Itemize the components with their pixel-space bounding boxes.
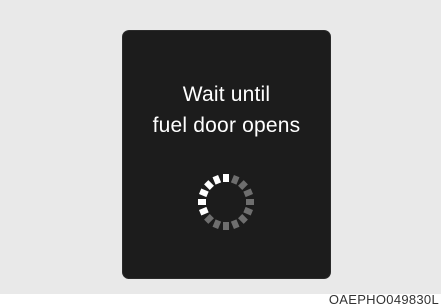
spinner-segment: [212, 174, 222, 185]
spinner-segment: [204, 214, 214, 224]
spinner-segment: [230, 219, 240, 230]
spinner-segment: [230, 174, 240, 185]
spinner-segment: [223, 222, 229, 230]
cluster-display: Wait until fuel door opens: [123, 31, 330, 278]
status-message: Wait until fuel door opens: [123, 79, 330, 141]
spinner-segment: [198, 188, 209, 198]
spinner-segment: [238, 180, 248, 190]
spinner-segment: [198, 199, 206, 205]
message-line-2: fuel door opens: [152, 114, 301, 137]
spinner-segment: [238, 214, 248, 224]
spinner-segment: [223, 174, 229, 182]
figure-code: OAEPHO049830L: [328, 292, 439, 307]
spinner-segment: [243, 206, 254, 216]
message-line-1: Wait until: [182, 83, 271, 106]
loading-spinner-icon: [198, 174, 254, 230]
spinner-segment: [246, 199, 254, 205]
figure-frame: Wait until fuel door opens: [0, 0, 441, 294]
spinner-segment: [243, 188, 254, 198]
spinner-segment: [212, 219, 222, 230]
spinner-segment: [198, 206, 209, 216]
spinner-segment: [204, 180, 214, 190]
